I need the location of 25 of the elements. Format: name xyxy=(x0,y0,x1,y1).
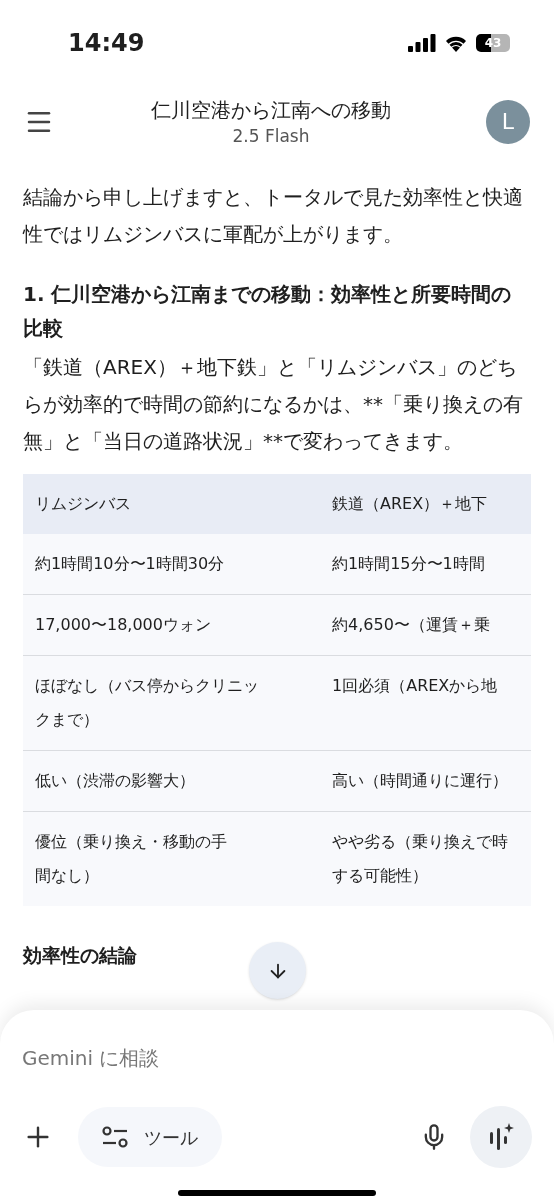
response-paragraph: 「鉄道（AREX）＋地下鉄」と「リムジンバス」のどちらが効率的で時間の節約になるかは、**「乗り換えの有無」と「当日の道路状況」**で変わってきます。 xyxy=(23,354,524,455)
table-cell-text: やや劣る（乗り換えで時 する可能性） xyxy=(331,831,508,887)
table-cell-text: 低い（渋滞の影響大） xyxy=(34,770,195,792)
sparkle-waveform-icon xyxy=(488,1123,514,1151)
section-heading: 1. 仁川空港から江南までの移動：効率性と所要時間の比較 xyxy=(23,281,513,342)
wifi-icon xyxy=(444,34,468,52)
table-cell-text: 高い（時間通りに運行） xyxy=(331,770,508,792)
column-header: 鉄道（AREX）＋地下 xyxy=(331,493,488,515)
table-cell-text: ほぼなし（バス停からクリニッ クまで） xyxy=(34,675,259,731)
response-paragraph: 結論から申し上げますと、トータルで見た効率性と快適性ではリムジンバスに軍配が上がります。 xyxy=(23,184,524,248)
section-heading: 効率性の結論 xyxy=(23,943,137,968)
column-header: リムジンバス xyxy=(34,493,131,515)
sliders-icon xyxy=(102,1126,128,1148)
model-label: 2.5 Flash xyxy=(232,124,310,148)
chat-title: 仁川空港から江南への移動 xyxy=(151,96,391,124)
table-cell-text: 17,000〜18,000ウォン xyxy=(34,614,211,636)
prompt-input[interactable]: Gemini に相談 xyxy=(22,1040,532,1076)
tools-button[interactable]: ツール xyxy=(78,1107,222,1167)
table-cell-text: 約1時間15分〜1時間 xyxy=(331,553,485,575)
signal-icon xyxy=(408,34,436,52)
status-time: 14:49 xyxy=(68,28,145,59)
table-cell-text: 1回必須（AREXから地 xyxy=(331,675,498,697)
table-cell-text: 約1時間10分〜1時間30分 xyxy=(34,553,225,575)
table-cell-text: 約4,650〜（運賃＋乗 xyxy=(331,614,490,636)
table-cell-text: 優位（乗り換え・移動の手 間なし） xyxy=(34,831,227,887)
